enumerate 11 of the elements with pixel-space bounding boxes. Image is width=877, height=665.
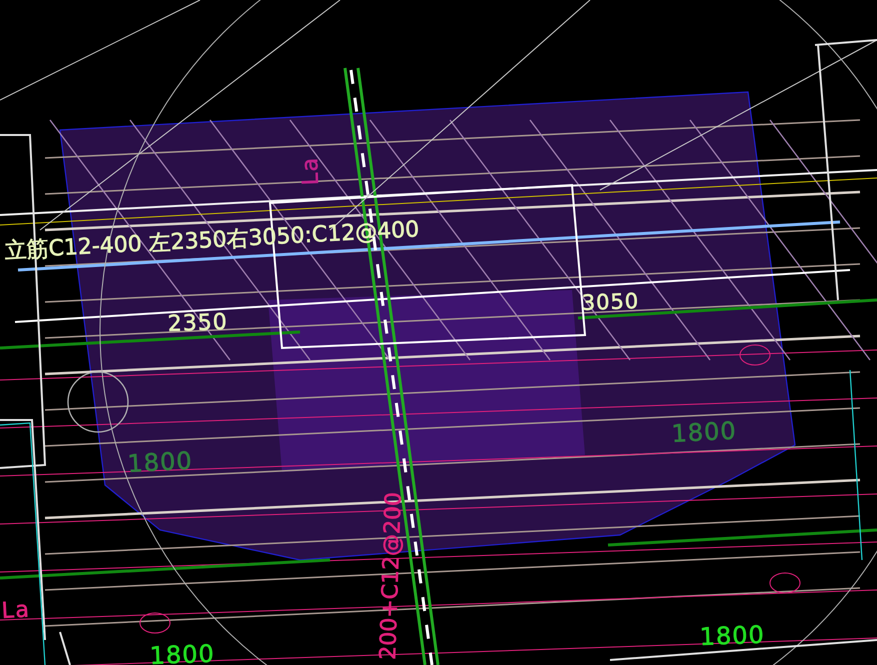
annotation-text: 200+C12@200 [376, 492, 407, 660]
cad-drawing-canvas[interactable]: 立筋C12-400 左2350右3050:C12@400 La 2350 3050 1800 1800 200+C12@200 La 1800 1800 [0, 0, 877, 665]
dimension-text: 1800 [126, 446, 194, 478]
dimension-text: 2350 [167, 310, 228, 337]
dimension-text: 1800 [699, 620, 766, 651]
annotation-text: 立筋C12-400 左2350右3050:C12@400 [4, 217, 420, 264]
dimension-text: 3050 [581, 289, 640, 315]
anchor-length-label: La [298, 156, 324, 186]
anchor-length-label: La [1, 598, 32, 624]
dimension-text: 1800 [149, 640, 216, 665]
dimension-text: 1800 [670, 416, 738, 448]
